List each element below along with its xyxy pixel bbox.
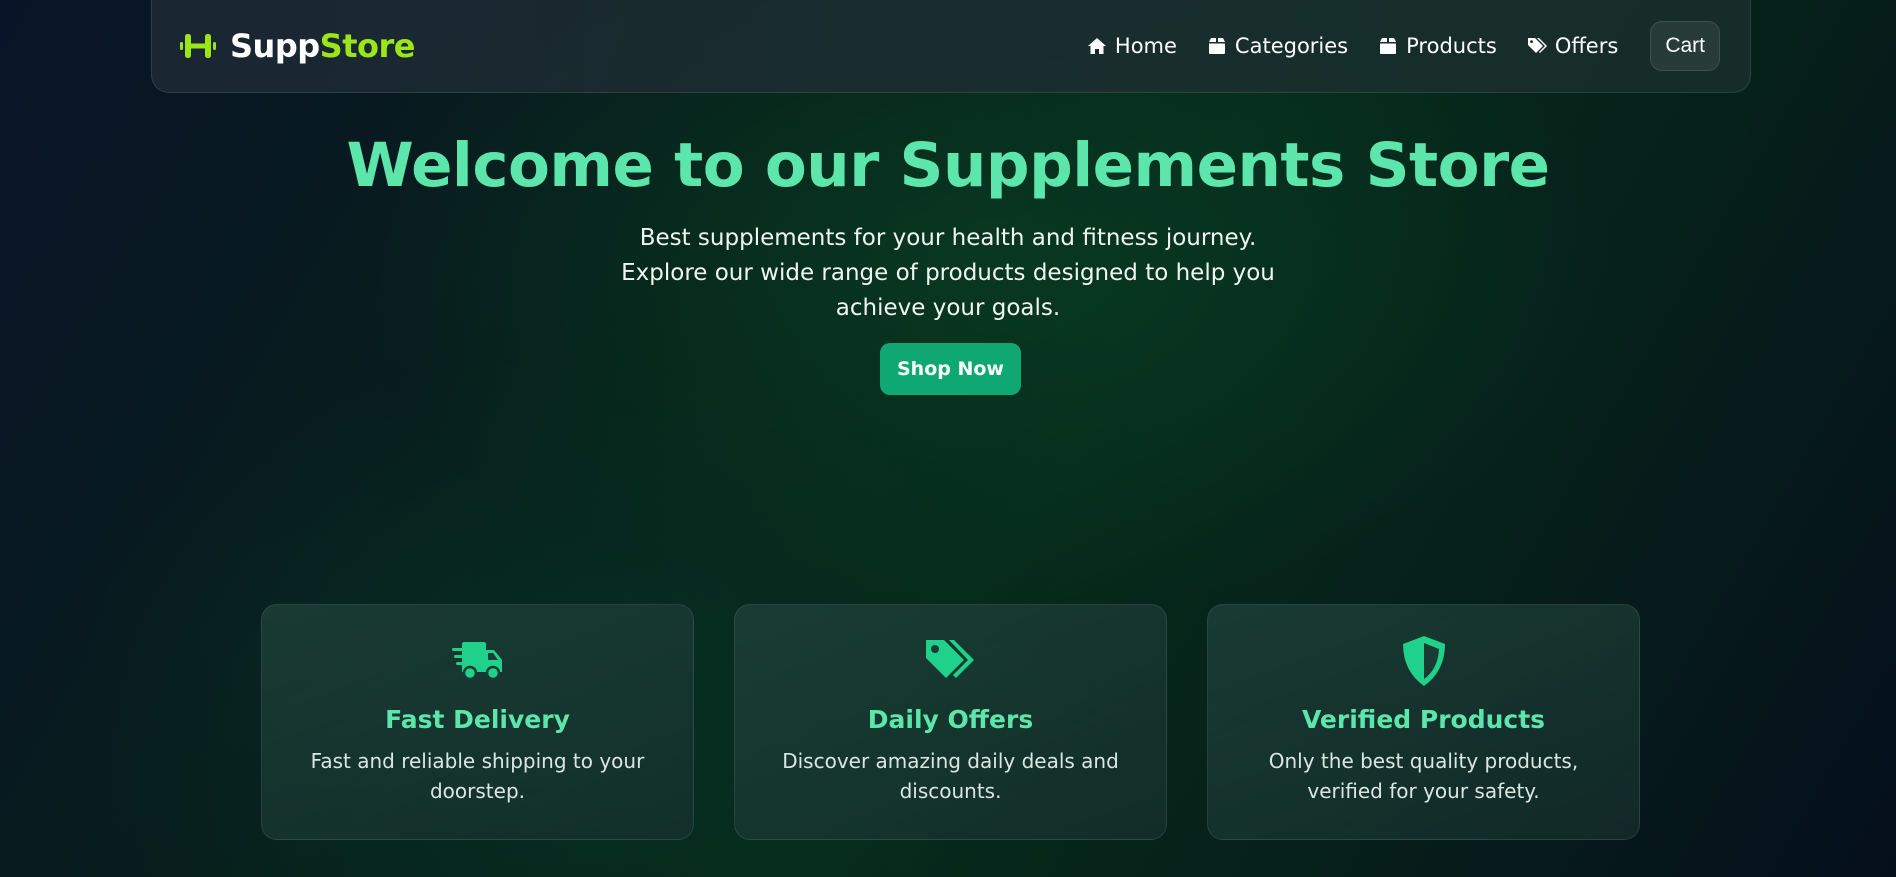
brand-name: SuppStore (230, 27, 415, 65)
tags-icon (1527, 36, 1547, 56)
box-icon (1207, 36, 1227, 56)
box-icon (1378, 36, 1398, 56)
main-nav: Home Categories Products Offers Cart (1087, 20, 1720, 71)
home-icon (1087, 36, 1107, 56)
hero-title: Welcome to our Supplements Store (346, 130, 1550, 201)
feature-title: Daily Offers (867, 705, 1034, 734)
nav-item-offers[interactable]: Offers (1527, 33, 1619, 58)
feature-description: Only the best quality products, verified… (1268, 749, 1579, 803)
feature-card-verified-products: Verified Products Only the best quality … (1207, 604, 1640, 840)
nav-item-label: Products (1406, 33, 1497, 58)
feature-description: Discover amazing daily deals and discoun… (782, 749, 1119, 803)
hero-subtitle: Best supplements for your health and fit… (621, 225, 1275, 321)
feature-card-fast-delivery: Fast Delivery Fast and reliable shipping… (261, 604, 694, 840)
shield-icon (1401, 635, 1447, 687)
nav-item-home[interactable]: Home (1087, 34, 1177, 58)
truck-fast-icon (451, 635, 504, 687)
feature-title: Fast Delivery (385, 705, 570, 734)
navbar: SuppStore Home Categories Products Offer… (151, 0, 1751, 93)
cart-button[interactable]: Cart (1650, 20, 1720, 71)
nav-item-label: Home (1114, 33, 1177, 58)
brand-logo[interactable]: SuppStore (180, 27, 415, 65)
shop-now-button[interactable]: Shop Now (880, 343, 1021, 395)
feature-title: Verified Products (1301, 705, 1546, 734)
feature-description: Fast and reliable shipping to your doors… (310, 749, 645, 803)
nav-item-label: Categories (1234, 33, 1349, 58)
nav-item-products[interactable]: Products (1378, 34, 1497, 58)
tags-icon (924, 635, 978, 687)
brand-name-part2: Store (319, 26, 416, 65)
brand-name-part1: Supp (230, 26, 320, 65)
feature-card-daily-offers: Daily Offers Discover amazing daily deal… (734, 604, 1167, 840)
dumbbell-icon (180, 31, 216, 61)
nav-item-categories[interactable]: Categories (1207, 34, 1348, 58)
nav-item-label: Offers (1554, 33, 1619, 58)
